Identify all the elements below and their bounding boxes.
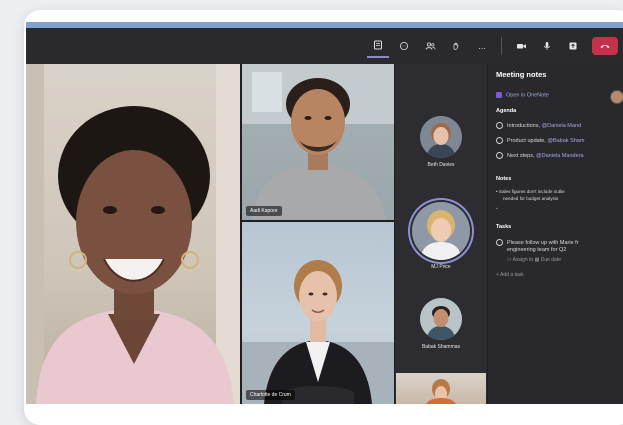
notes-icon[interactable]	[367, 34, 389, 58]
hangup-button[interactable]	[592, 37, 618, 55]
toolbar-divider	[501, 37, 502, 55]
participant-label-charlotte: Charlotte de Crum	[246, 390, 295, 400]
notes-panel-title: Meeting notes	[496, 70, 547, 79]
agenda-heading: Agenda	[496, 108, 517, 114]
charlotte-video	[242, 260, 394, 404]
meeting-notes-panel: Meeting notes Open in OneNote Agenda Int…	[488, 64, 623, 404]
avatar	[420, 116, 462, 158]
add-task-button[interactable]: + Add a task	[496, 272, 524, 278]
open-in-onenote-link[interactable]: Open in OneNote	[496, 92, 549, 98]
reactions-icon[interactable]	[445, 35, 467, 57]
share-icon[interactable]	[562, 35, 584, 57]
onenote-icon	[496, 92, 502, 98]
agenda-item[interactable]: Next steps, @Daniela Mandera	[496, 152, 584, 159]
participants-strip: Beth Davies MJ Price Babak Shammas	[395, 64, 487, 404]
avatar	[412, 202, 470, 260]
checkbox-icon[interactable]	[496, 152, 503, 159]
participant-babak[interactable]: Babak Shammas	[395, 298, 487, 350]
task-meta: ⚇ Assign to ▦ Due date	[507, 257, 561, 263]
people-icon[interactable]	[419, 35, 441, 57]
video-tile-aadi[interactable]: Aadi Kapoor	[242, 64, 394, 220]
participant-name: MJ Price	[431, 264, 451, 270]
agenda-item[interactable]: Introductions, @Daniela Mand	[496, 122, 581, 129]
participant-tile-partial	[396, 373, 486, 404]
chat-icon[interactable]	[393, 35, 415, 57]
checkbox-icon[interactable]	[496, 122, 503, 129]
checkbox-icon[interactable]	[496, 137, 503, 144]
more-label: ...	[478, 41, 486, 51]
tasks-heading: Tasks	[496, 224, 512, 230]
avatar	[420, 298, 462, 340]
participant-name: Babak Shammas	[421, 344, 461, 350]
notes-heading: Notes	[496, 176, 512, 182]
checkbox-icon[interactable]	[496, 239, 503, 246]
agenda-item[interactable]: Product update, @Babak Sham	[496, 137, 584, 144]
teams-meeting-window: ... Aadi Kapoor Charlotte de Crum Beth D…	[26, 22, 623, 404]
notes-empty-bullet[interactable]: •	[496, 206, 498, 211]
aadi-video	[242, 64, 394, 220]
more-icon[interactable]: ...	[471, 35, 493, 57]
participant-label-aadi: Aadi Kapoor	[246, 206, 282, 216]
main-speaker-video	[26, 64, 240, 404]
participant-name: Beth Davies	[427, 162, 455, 168]
notes-bullet-continued: needed for budget analysis	[503, 196, 559, 201]
video-tile-main-speaker[interactable]	[26, 64, 240, 404]
notes-bullet: • Sales figures don't include outlie	[496, 189, 565, 194]
mic-icon[interactable]	[536, 35, 558, 57]
assign-to-button[interactable]: Assign to	[513, 257, 534, 263]
camera-icon[interactable]	[510, 35, 532, 57]
participant-beth[interactable]: Beth Davies	[395, 116, 487, 168]
due-date-button[interactable]: Due date	[541, 257, 561, 263]
meeting-toolbar: ...	[26, 28, 623, 64]
hangup-icon	[600, 45, 610, 48]
task-item-continued: engineering team for Q2	[507, 247, 567, 253]
user-avatar[interactable]	[610, 90, 623, 104]
video-tile-charlotte[interactable]: Charlotte de Crum	[242, 222, 394, 404]
task-item[interactable]: Please follow up with Marie fr	[496, 239, 579, 246]
participant-mj[interactable]: MJ Price	[395, 202, 487, 270]
